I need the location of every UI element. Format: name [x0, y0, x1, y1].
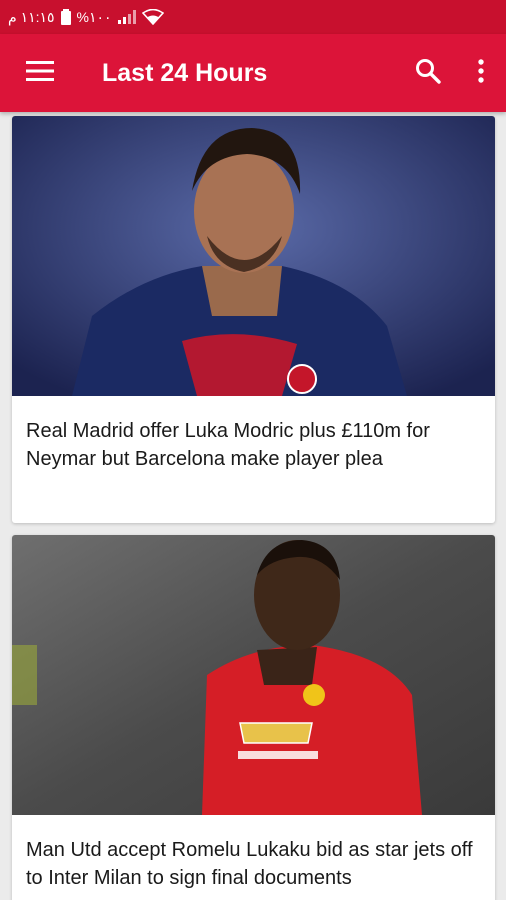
- article-image: [12, 535, 495, 815]
- article-headline: Man Utd accept Romelu Lukaku bid as star…: [26, 839, 473, 889]
- search-icon: [415, 58, 441, 89]
- article-card[interactable]: Man Utd accept Romelu Lukaku bid as star…: [12, 535, 495, 900]
- app-bar: Last 24 Hours: [0, 34, 506, 112]
- news-feed[interactable]: Real Madrid offer Luka Modric plus £110m…: [0, 112, 506, 900]
- menu-button[interactable]: [0, 34, 80, 112]
- status-bar: ١١:١٥ م %١٠٠: [0, 0, 506, 34]
- article-card[interactable]: Real Madrid offer Luka Modric plus £110m…: [12, 116, 495, 523]
- article-headline: Real Madrid offer Luka Modric plus £110m…: [26, 420, 430, 470]
- search-button[interactable]: [400, 34, 456, 112]
- battery-percent: %١٠٠: [76, 8, 112, 25]
- hamburger-menu-icon: [26, 60, 54, 86]
- signal-icon: [117, 10, 136, 24]
- overflow-menu-button[interactable]: [456, 34, 506, 112]
- battery-icon: [60, 9, 71, 25]
- status-time: ١١:١٥ م: [8, 8, 55, 25]
- article-image: [12, 116, 495, 396]
- more-vert-icon: [478, 58, 484, 88]
- wifi-icon: [141, 9, 164, 25]
- page-title: Last 24 Hours: [102, 58, 268, 87]
